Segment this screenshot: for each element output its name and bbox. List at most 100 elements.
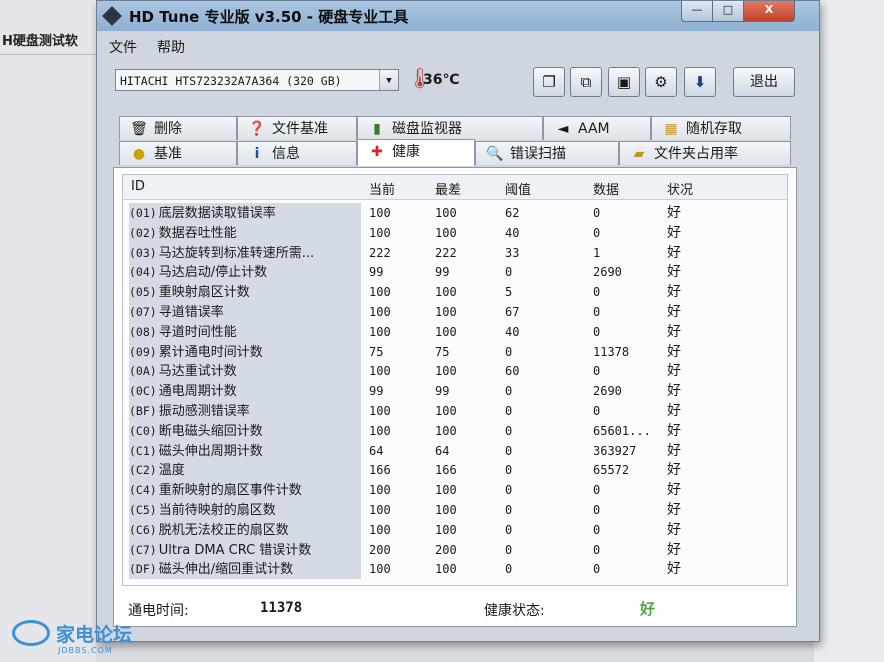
attribute-code: (C2) [129,463,157,478]
cell-threshold: 0 [505,265,513,280]
attribute-id-cell: (C7) Ultra DMA CRC 错误计数 [129,539,361,560]
cell-threshold: 40 [505,225,520,240]
attribute-name: 重新映射的扇区事件计数 [158,483,302,499]
attribute-id-cell: (05) 重映射扇区计数 [129,282,361,303]
cell-threshold: 0 [505,344,513,359]
download-button[interactable]: ⬇ [684,67,716,97]
cell-status: 好 [667,323,681,340]
app-icon [102,6,122,26]
table-row[interactable]: (C6) 脱机无法校正的扇区数 100 100 0 0 好 [123,519,787,540]
cell-threshold: 0 [505,562,513,577]
cell-current: 75 [369,344,384,359]
cell-threshold: 60 [505,364,520,379]
table-row[interactable]: (03) 马达旋转到标准转速所需... 222 222 33 1 好 [123,242,787,263]
tab-error-scan[interactable]: 🔍 错误扫描 [475,141,619,165]
attribute-code: (C0) [129,423,157,438]
attribute-id-cell: (02) 数据吞吐性能 [129,222,361,243]
cell-data: 0 [593,285,601,300]
close-button[interactable]: X [743,1,795,22]
chevron-down-icon[interactable]: ▼ [379,70,398,90]
table-row[interactable]: (DF) 磁头伸出/缩回重试计数 100 100 0 0 好 [123,559,787,580]
header-threshold[interactable]: 阈值 [505,179,531,198]
cell-data: 0 [593,225,601,240]
table-row[interactable]: (08) 寻道时间性能 100 100 40 0 好 [123,321,787,342]
table-row[interactable]: (C2) 温度 166 166 0 65572 好 [123,460,787,481]
tab-health[interactable]: ✚ 健康 [357,139,475,166]
table-row[interactable]: (0A) 马达重试计数 100 100 60 0 好 [123,361,787,382]
window-title: HD Tune 专业版 v3.50 - 硬盘专业工具 [129,8,409,26]
table-row[interactable]: (C4) 重新映射的扇区事件计数 100 100 0 0 好 [123,480,787,501]
power-on-label: 通电时间: [128,603,189,619]
maximize-button[interactable]: □ [712,1,744,22]
cell-status: 好 [667,205,681,221]
attribute-code: (BF) [129,404,157,418]
tab-folder-usage[interactable]: ▰ 文件夹占用率 [619,141,791,165]
table-row[interactable]: (07) 寻道错误率 100 100 67 0 好 [123,302,787,322]
cell-worst: 100 [435,225,457,240]
cell-status: 好 [667,541,681,558]
cell-current: 100 [369,305,391,319]
header-current[interactable]: 当前 [369,179,395,198]
cell-threshold: 0 [505,463,513,478]
copy-screenshot-button[interactable]: ⧉ [570,67,602,97]
tab-info[interactable]: i 信息 [237,141,357,165]
table-row[interactable]: (C5) 当前待映射的扇区数 100 100 0 0 好 [123,500,787,520]
options-button[interactable]: ⚙ [645,67,677,97]
table-row[interactable]: (05) 重映射扇区计数 100 100 5 0 好 [123,282,787,303]
cell-status: 好 [667,482,681,499]
menu-help[interactable]: 帮助 [157,37,185,57]
tab-file-benchmark[interactable]: ❓ 文件基准 [237,116,357,140]
header-worst[interactable]: 最差 [435,179,461,198]
table-row[interactable]: (09) 累计通电时间计数 75 75 0 11378 好 [123,341,787,362]
cell-worst: 64 [435,443,450,458]
menu-file[interactable]: 文件 [109,37,137,57]
table-row[interactable]: (C0) 断电磁头缩回计数 100 100 0 65601... 好 [123,420,787,441]
attribute-id-cell: (04) 马达启动/停止计数 [129,262,361,283]
table-row[interactable]: (C7) Ultra DMA CRC 错误计数 200 200 0 0 好 [123,539,787,560]
cell-worst: 75 [435,344,450,359]
attribute-name: 磁头伸出周期计数 [158,443,263,459]
table-row[interactable]: (BF) 振动感测错误率 100 100 0 0 好 [123,401,787,421]
background-window-left: H硬盘测试软 [0,0,98,662]
cell-threshold: 0 [505,542,513,557]
header-status[interactable]: 状况 [667,179,693,198]
cell-threshold: 0 [505,384,513,399]
header-id[interactable]: ID [131,179,145,194]
table-row[interactable]: (04) 马达启动/停止计数 99 99 0 2690 好 [123,262,787,283]
drive-select[interactable]: HITACHI HTS723232A7A364 (320 GB) ▼ [115,69,399,91]
attribute-id-cell: (08) 寻道时间性能 [129,321,361,342]
cell-status: 好 [667,502,681,518]
table-row[interactable]: (02) 数据吞吐性能 100 100 40 0 好 [123,222,787,243]
minimize-button[interactable]: — [681,1,713,22]
cell-data: 2690 [593,384,622,399]
title-bar[interactable]: HD Tune 专业版 v3.50 - 硬盘专业工具 — □ X [97,1,819,31]
attribute-code: (C5) [129,503,157,517]
attribute-id-cell: (C5) 当前待映射的扇区数 [129,500,361,520]
attribute-id-cell: (C6) 脱机无法校正的扇区数 [129,519,361,540]
tab-delete[interactable]: 🗑 删除 [119,116,237,140]
table-row[interactable]: (01) 底层数据读取错误率 100 100 62 0 好 [123,203,787,223]
cell-current: 99 [369,265,384,280]
header-data[interactable]: 数据 [593,179,619,198]
table-header: ID 当前 最差 阈值 数据 状况 [123,175,787,200]
table-row[interactable]: (C1) 磁头伸出周期计数 64 64 0 363927 好 [123,440,787,461]
tab-disk-monitor[interactable]: ▮ 磁盘监视器 [357,116,543,140]
cell-current: 100 [369,423,391,438]
tab-benchmark[interactable]: ● 基准 [119,141,237,165]
smart-table[interactable]: ID 当前 最差 阈值 数据 状况 (01) 底层数据读取错误率 100 100 62 0… [122,174,788,586]
info-icon: i [254,146,260,162]
attribute-name: 寻道时间性能 [158,324,237,340]
attribute-name: 断电磁头缩回计数 [158,423,263,439]
cell-threshold: 5 [505,285,513,300]
copy-text-button[interactable]: ❐ [533,67,565,97]
speaker-icon: ◄ [557,121,569,137]
cell-status: 好 [667,442,681,459]
cell-current: 100 [369,324,391,339]
table-row[interactable]: (0C) 通电周期计数 99 99 0 2690 好 [123,381,787,402]
tab-random-access[interactable]: ▦ 随机存取 [651,116,791,140]
attribute-name: 寻道错误率 [158,305,224,320]
tab-aam[interactable]: ◄ AAM [543,116,651,140]
save-button[interactable]: ▣ [608,67,640,97]
exit-button[interactable]: 退出 [733,67,795,97]
attribute-code: (0C) [129,384,157,399]
